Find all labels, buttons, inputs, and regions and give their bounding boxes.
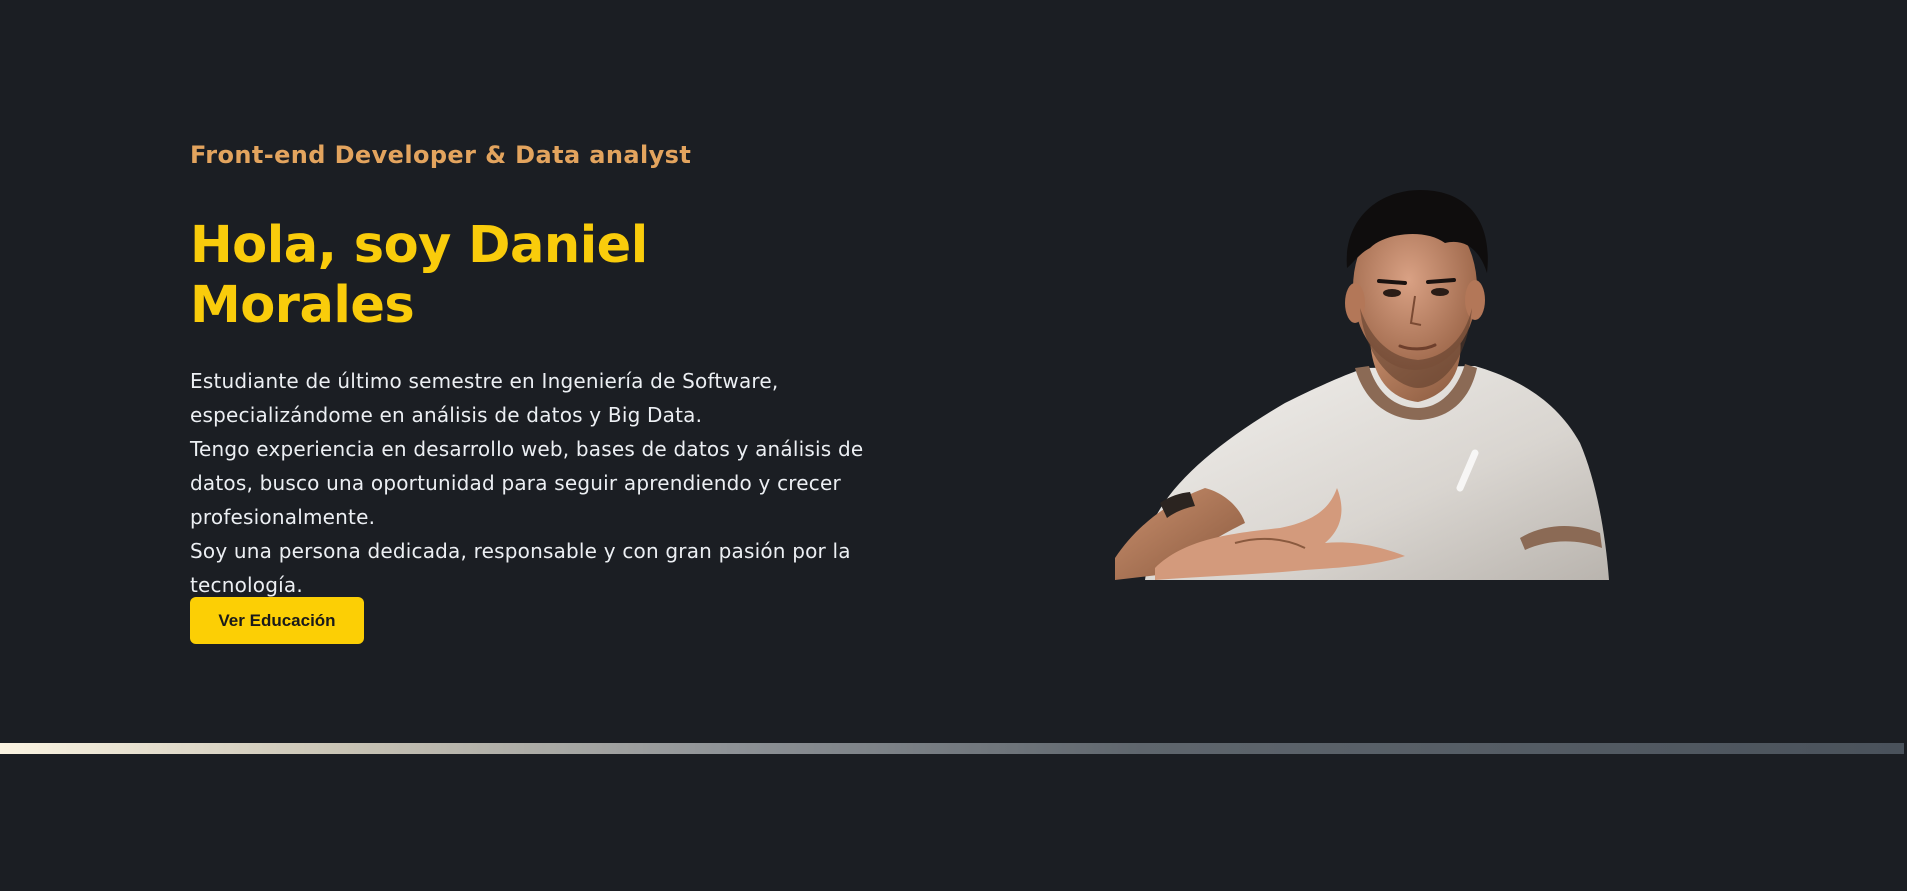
profile-photo: [1115, 190, 1609, 580]
hero-section: Front-end Developer & Data analyst Hola,…: [0, 0, 1907, 891]
section-divider: [0, 743, 1904, 754]
bio-text: Estudiante de último semestre en Ingenie…: [190, 364, 870, 602]
page-title: Hola, soy Daniel Morales: [190, 216, 648, 335]
role-subtitle: Front-end Developer & Data analyst: [190, 141, 692, 169]
bio-paragraph-personality: Soy una persona dedicada, responsable y …: [190, 539, 851, 597]
bio-paragraph-experience: Tengo experiencia en desarrollo web, bas…: [190, 437, 864, 529]
ver-educacion-button[interactable]: Ver Educación: [190, 597, 364, 644]
hero-text-block: Front-end Developer & Data analyst Hola,…: [190, 138, 870, 602]
bio-paragraph-studies: Estudiante de último semestre en Ingenie…: [190, 369, 779, 427]
